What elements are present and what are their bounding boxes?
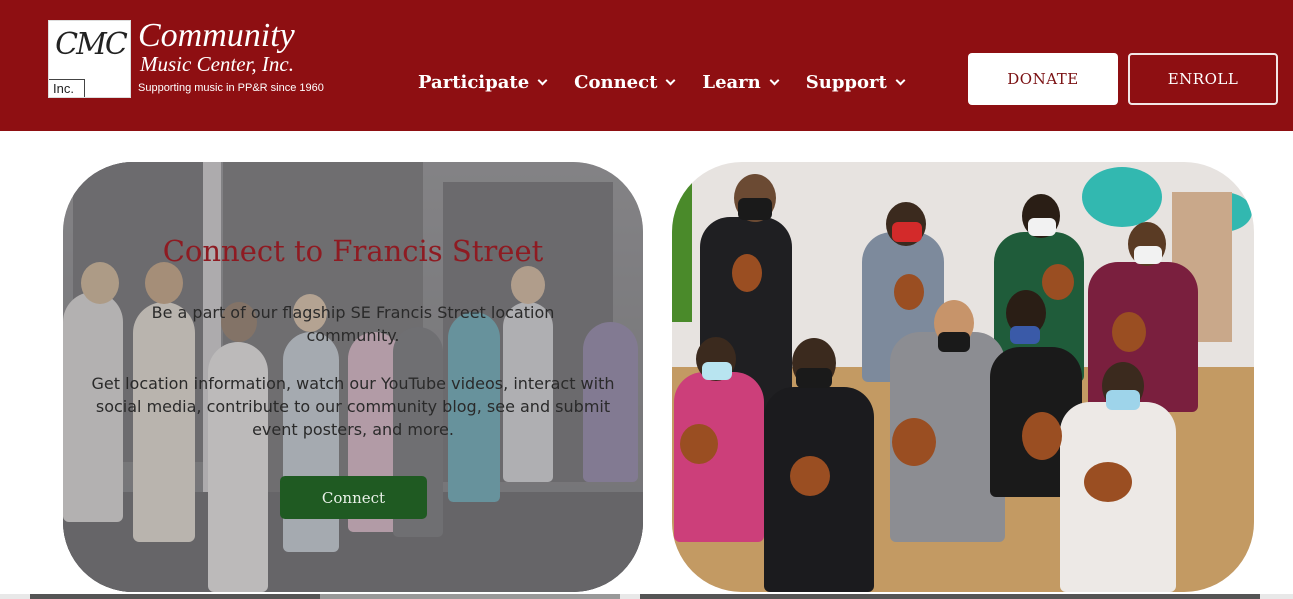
enroll-button[interactable]: ENROLL [1128, 53, 1278, 105]
org-tagline: Supporting music in PP&R since 1960 [138, 82, 324, 94]
face-mask [702, 362, 732, 380]
card-description: Be a part of our flagship SE Francis Str… [151, 303, 555, 345]
logo-inc: Inc. [49, 79, 85, 97]
face-mask [1134, 246, 1162, 264]
main-nav: Participate Connect Learn Support [418, 72, 932, 93]
nav-item-participate[interactable]: Participate [418, 72, 548, 93]
nav-item-label: Learn [702, 72, 761, 93]
logo[interactable]: CMC Inc. [48, 20, 131, 98]
face-mask [796, 368, 832, 388]
chevron-down-icon [895, 75, 906, 85]
connect-button[interactable]: Connect [280, 476, 427, 519]
face-mask [1106, 390, 1140, 410]
nav-item-label: Participate [418, 72, 530, 93]
ukulele [1022, 412, 1062, 460]
nav-item-label: Connect [574, 72, 658, 93]
face-mask [892, 222, 922, 242]
ukulele [894, 274, 924, 310]
card-description: Get location information, watch our YouT… [91, 374, 615, 439]
face-mask [1010, 326, 1040, 344]
nav-item-learn[interactable]: Learn [702, 72, 780, 93]
scrollbar-segment [320, 594, 620, 599]
ukulele [892, 418, 936, 466]
ukulele [1112, 312, 1146, 352]
card-title: Connect to Francis Street [162, 234, 544, 268]
chevron-down-icon [537, 75, 548, 85]
nav-item-support[interactable]: Support [805, 72, 906, 93]
scrollbar-track[interactable] [0, 594, 1293, 599]
donate-button[interactable]: DONATE [968, 53, 1118, 105]
org-subtitle: Music Center, Inc. [140, 52, 294, 76]
logo-mark: CMC [55, 27, 128, 62]
scrollbar-segment [30, 594, 320, 599]
scrollbar-segment [640, 594, 1260, 599]
face-mask [1028, 218, 1056, 236]
nav-item-label: Support [805, 72, 887, 93]
wall-map [1082, 167, 1162, 227]
francis-street-card: Connect to Francis Street Be a part of o… [63, 162, 643, 592]
ukulele [790, 456, 830, 496]
site-header: CMC Inc. Community Music Center, Inc. Su… [0, 0, 1293, 131]
ukulele-class-photo [672, 162, 1254, 592]
ukulele [1042, 264, 1074, 300]
face-mask [938, 332, 970, 352]
ukulele [732, 254, 762, 292]
org-name[interactable]: Community [138, 18, 295, 54]
nav-item-connect[interactable]: Connect [574, 72, 676, 93]
wall-edge [672, 162, 692, 322]
chevron-down-icon [665, 75, 676, 85]
chevron-down-icon [769, 75, 780, 85]
ukulele [680, 424, 718, 464]
ukulele [1084, 462, 1132, 502]
face-mask [738, 198, 772, 220]
